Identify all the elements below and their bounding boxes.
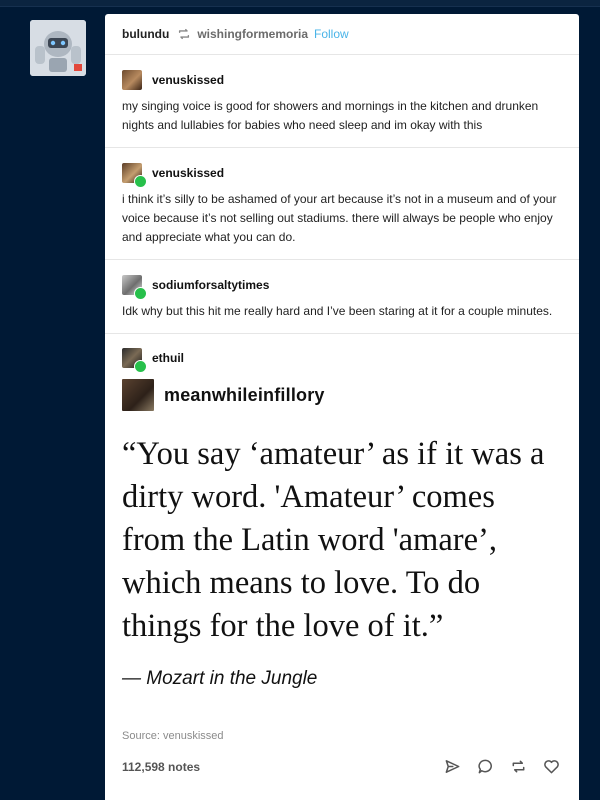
reblog-icon[interactable]: [510, 758, 527, 775]
post-header: bulundu wishingformemoria Follow: [105, 14, 579, 55]
avatar[interactable]: [122, 163, 147, 188]
entry-text: Idk why but this hit me really hard and …: [122, 304, 553, 318]
reblog-icon: [179, 28, 190, 40]
share-icon[interactable]: [444, 758, 461, 775]
embedded-author: meanwhileinfillory: [122, 379, 562, 411]
entry-text: i think it’s silly to be ashamed of your…: [122, 192, 557, 244]
username[interactable]: venuskissed: [152, 73, 224, 87]
follow-button[interactable]: Follow: [314, 27, 349, 41]
entry-text: my singing voice is good for showers and…: [122, 99, 539, 132]
username[interactable]: sodiumforsaltytimes: [152, 278, 269, 292]
avatar[interactable]: [122, 275, 147, 300]
entry-user: ethuil: [122, 347, 562, 373]
robot-avatar-icon: [30, 20, 86, 76]
quote-attribution: — Mozart in the Jungle: [122, 668, 318, 689]
reblog-badge-icon: [134, 360, 147, 373]
entry-user: venuskissed: [122, 69, 562, 91]
action-bar: [444, 758, 560, 775]
avatar[interactable]: [122, 348, 147, 373]
entry-user: sodiumforsaltytimes: [122, 274, 562, 300]
embedded-author-name[interactable]: meanwhileinfillory: [164, 385, 325, 406]
source-blog-name[interactable]: wishingformemoria: [197, 27, 308, 41]
embedded-avatar[interactable]: [122, 379, 154, 411]
reply-icon[interactable]: [477, 758, 494, 775]
blog-avatar[interactable]: [30, 20, 86, 76]
reblog-badge-icon: [134, 287, 147, 300]
like-icon[interactable]: [543, 758, 560, 775]
post-footer: 112,598 notes: [122, 758, 562, 775]
notes-count[interactable]: 112,598 notes: [122, 760, 200, 774]
avatar[interactable]: [122, 70, 142, 90]
reblog-entry: venuskissed my singing voice is good for…: [105, 55, 579, 148]
quote-text: “You say ‘amateur’ as if it was a dirty …: [122, 436, 545, 644]
post-card: bulundu wishingformemoria Follow venuski…: [105, 14, 579, 800]
reblogger-name[interactable]: bulundu: [122, 27, 169, 41]
username[interactable]: venuskissed: [152, 166, 224, 180]
username[interactable]: ethuil: [152, 351, 184, 365]
reblog-entry: venuskissed i think it’s silly to be ash…: [105, 148, 579, 260]
quote-entry: ethuil meanwhileinfillory “You say ‘amat…: [105, 347, 579, 775]
source-link[interactable]: Source: venuskissed: [122, 730, 562, 742]
entry-user: venuskissed: [122, 162, 562, 188]
reblog-badge-icon: [134, 175, 147, 188]
reblog-entry: sodiumforsaltytimes Idk why but this hit…: [105, 260, 579, 334]
top-bar: [0, 0, 600, 7]
